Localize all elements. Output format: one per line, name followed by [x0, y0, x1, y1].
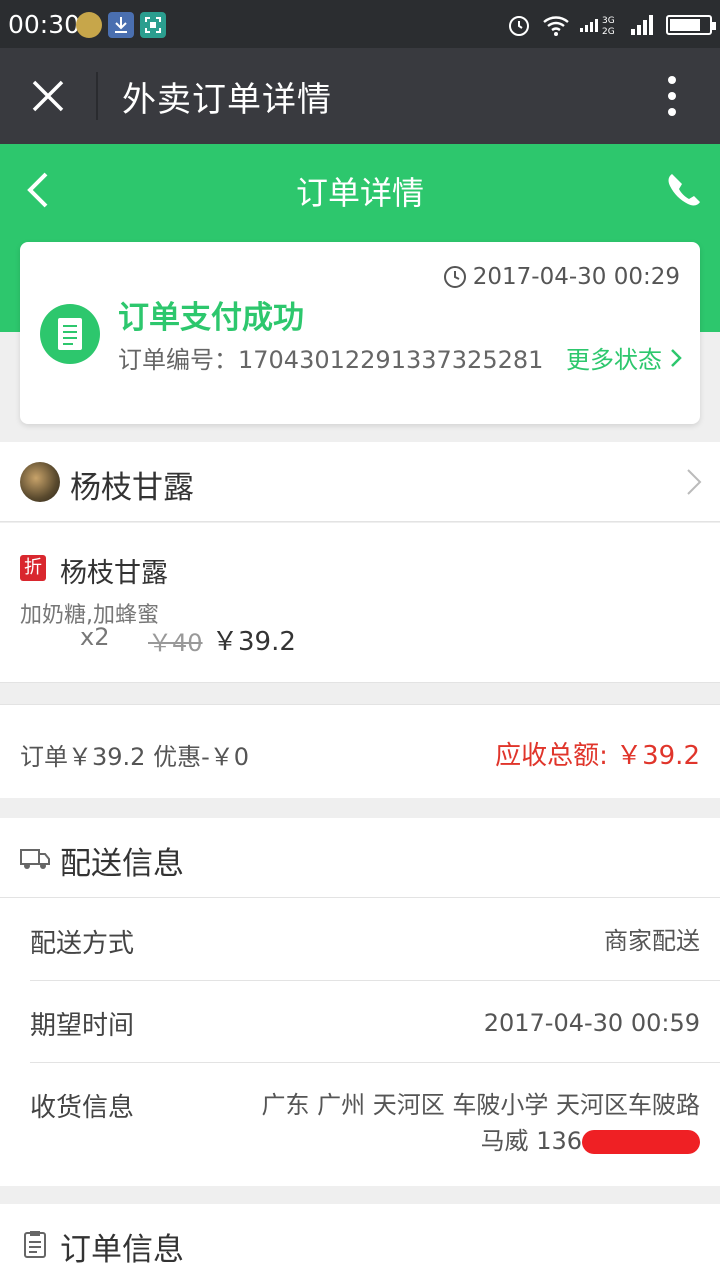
summary-total: 应收总额: ￥39.2 — [495, 741, 700, 771]
item-name: 杨枝甘露 — [60, 558, 168, 589]
receiver-value: 广东 广州 天河区 车陂小学 天河区车陂路 马威 136 — [261, 1087, 700, 1159]
truck-icon — [20, 849, 50, 869]
document-icon — [40, 304, 100, 364]
order-info-header: 订单信息 — [0, 1204, 720, 1284]
scan-icon — [140, 12, 166, 38]
expected-time-label: 期望时间 — [30, 1011, 135, 1041]
wifi-icon — [543, 16, 569, 36]
delivery-method-label: 配送方式 — [30, 929, 135, 959]
order-info-title: 订单信息 — [60, 1232, 184, 1268]
receiver-name-phone: 马威 136 — [480, 1127, 582, 1155]
chevron-right-icon — [687, 469, 702, 495]
status-time: 00:30 — [8, 10, 81, 39]
phone-icon[interactable] — [664, 170, 704, 210]
redaction-mark — [582, 1130, 700, 1154]
chevron-right-icon — [671, 348, 682, 367]
clipboard-icon — [24, 1231, 46, 1258]
webview-title: 外卖订单详情 — [122, 80, 332, 120]
order-time-text: 2017-04-30 00:29 — [472, 264, 680, 290]
download-icon — [108, 12, 134, 38]
receiver-label: 收货信息 — [30, 1093, 135, 1123]
title-divider — [96, 72, 98, 120]
more-icon[interactable] — [660, 74, 684, 118]
more-status-label: 更多状态 — [566, 346, 662, 374]
order-timestamp: 2017-04-30 00:29 — [443, 264, 680, 290]
signal-3g-icon: 3G2G — [580, 16, 615, 37]
receiver-contact: 马威 136 — [261, 1123, 700, 1159]
signal-icon — [631, 15, 653, 35]
delivery-section: 配送信息 配送方式 商家配送 期望时间 2017-04-30 00:59 收货信… — [0, 818, 720, 1186]
more-status-link[interactable]: 更多状态 — [566, 340, 682, 375]
svg-text:2G: 2G — [602, 27, 615, 37]
status-bar: 00:30 3G 2G — [0, 0, 720, 48]
summary-subtotal: 订单￥39.2 优惠-￥0 — [20, 743, 249, 771]
expected-time-value: 2017-04-30 00:59 — [483, 1009, 700, 1037]
delivery-method-value: 商家配送 — [604, 927, 700, 955]
receiver-address: 广东 广州 天河区 车陂小学 天河区车陂路 — [261, 1091, 700, 1119]
order-status-text: 订单支付成功 — [118, 300, 304, 336]
battery-icon — [666, 15, 716, 35]
alarm-icon — [509, 16, 529, 36]
app-notification-icon — [76, 12, 102, 38]
shop-name: 杨枝甘露 — [70, 470, 194, 506]
svg-text:3G: 3G — [602, 16, 615, 26]
clock-icon — [443, 266, 466, 288]
item-price: ￥39.2 — [212, 627, 296, 657]
shop-avatar — [20, 462, 60, 502]
order-number: 订单编号：170430122913373252​81 — [118, 340, 543, 375]
order-summary: 订单￥39.2 优惠-￥0 应收总额: ￥39.2 — [0, 704, 720, 798]
page-title: 订单详情 — [295, 174, 424, 212]
receiver-row: 收货信息 广东 广州 天河区 车陂小学 天河区车陂路 马威 136 — [30, 1063, 720, 1187]
delivery-header: 配送信息 — [0, 818, 720, 898]
item-original-price: ￥40 — [148, 629, 203, 657]
discount-tag: 折 — [20, 555, 46, 581]
item-quantity: x2 — [80, 623, 110, 651]
expected-time-row: 期望时间 2017-04-30 00:59 — [30, 981, 720, 1063]
webview-title-bar: 外卖订单详情 — [0, 48, 720, 144]
order-number-label: 订单编号： — [118, 346, 238, 374]
close-icon[interactable] — [28, 76, 68, 116]
shop-row[interactable]: 杨枝甘露 — [0, 442, 720, 522]
order-item: 折 杨枝甘露 加奶糖,加蜂蜜 x2 ￥40 ￥39.2 — [0, 523, 720, 683]
order-number-value: 170430122913373252​81 — [238, 346, 544, 374]
delivery-title: 配送信息 — [60, 846, 184, 882]
order-status-card: 2017-04-30 00:29 订单支付成功 订单编号：17043012291… — [20, 242, 700, 424]
delivery-method-row: 配送方式 商家配送 — [30, 899, 720, 981]
order-info-section: 订单信息 — [0, 1204, 720, 1284]
